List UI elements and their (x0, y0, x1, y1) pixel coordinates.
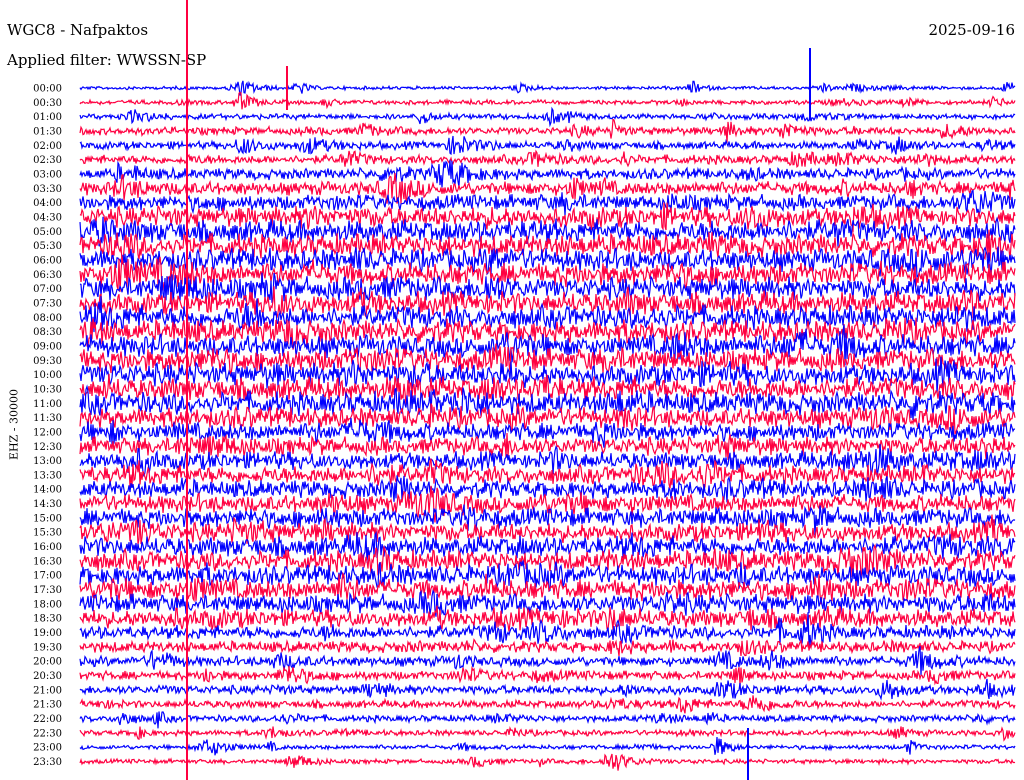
trace-line (79, 91, 1016, 110)
trace-line (79, 753, 1016, 771)
trace-line (79, 135, 1016, 156)
trace-line (79, 80, 1016, 96)
row-time-label: 23:30 (33, 757, 62, 768)
row-time-label: 06:30 (33, 270, 62, 281)
row-time-label: 19:30 (33, 642, 62, 653)
trace-line (79, 678, 1016, 701)
row-time-label: 09:30 (33, 356, 62, 367)
trace-line (79, 638, 1016, 657)
row-time-label: 13:30 (33, 470, 62, 481)
row-time-label: 22:30 (33, 728, 62, 739)
row-time-label: 22:00 (33, 714, 62, 725)
trace-line (79, 106, 1016, 128)
helicorder-plot: 00:00 00:30 01:00 01:30 02:00 02:30 03:00 03:30… (33, 0, 1016, 780)
row-time-label: 03:00 (33, 169, 62, 180)
row-time-label: 01:00 (33, 112, 62, 123)
row-time-label: 07:00 (33, 284, 62, 295)
row-time-label: 09:00 (33, 341, 62, 352)
row-time-label: 16:00 (33, 542, 62, 553)
trace-line (79, 189, 1016, 216)
trace-line (79, 695, 1016, 714)
row-time-label: 17:30 (33, 585, 62, 596)
row-time-label: 15:30 (33, 528, 62, 539)
trace-line (79, 711, 1016, 729)
row-time-label: 06:00 (33, 255, 62, 266)
row-time-label: 08:30 (33, 327, 62, 338)
trace-line (79, 725, 1016, 742)
row-time-label: 14:30 (33, 499, 62, 510)
trace-line (79, 665, 1016, 686)
row-time-label: 17:00 (33, 571, 62, 582)
row-time-label: 01:30 (33, 126, 62, 137)
row-time-label: 05:00 (33, 227, 62, 238)
row-time-label: 07:30 (33, 298, 62, 309)
trace-line (79, 432, 1016, 461)
row-time-label: 00:30 (33, 98, 62, 109)
row-time-label: 13:00 (33, 456, 62, 467)
row-time-label: 00:00 (33, 84, 62, 95)
row-time-label: 04:30 (33, 212, 62, 223)
row-time-label: 02:30 (33, 155, 62, 166)
row-time-label: 03:30 (33, 184, 62, 195)
row-time-label: 02:00 (33, 141, 62, 152)
row-time-label: 20:30 (33, 671, 62, 682)
trace-line (79, 149, 1016, 168)
row-time-label: 16:30 (33, 556, 62, 567)
row-time-label: 11:00 (33, 399, 62, 410)
row-time-label: 21:00 (33, 685, 62, 696)
row-time-label: 11:30 (33, 413, 62, 424)
row-time-label: 04:00 (33, 198, 62, 209)
trace-line (79, 159, 1016, 188)
row-time-label: 08:00 (33, 313, 62, 324)
row-time-label: 10:00 (33, 370, 62, 381)
trace-line (79, 605, 1016, 632)
row-time-label: 19:00 (33, 628, 62, 639)
row-time-label: 10:30 (33, 384, 62, 395)
row-time-label: 12:30 (33, 442, 62, 453)
row-time-label: 12:00 (33, 427, 62, 438)
row-time-label: 14:00 (33, 485, 62, 496)
trace-line (79, 645, 1016, 676)
trace-line (79, 736, 1016, 756)
row-time-label: 05:30 (33, 241, 62, 252)
row-time-label: 23:00 (33, 743, 62, 754)
row-time-label: 18:30 (33, 614, 62, 625)
row-time-label: 20:00 (33, 657, 62, 668)
row-time-label: 18:00 (33, 599, 62, 610)
row-time-label: 21:30 (33, 700, 62, 711)
row-time-label: 15:00 (33, 513, 62, 524)
trace-line (79, 118, 1016, 143)
